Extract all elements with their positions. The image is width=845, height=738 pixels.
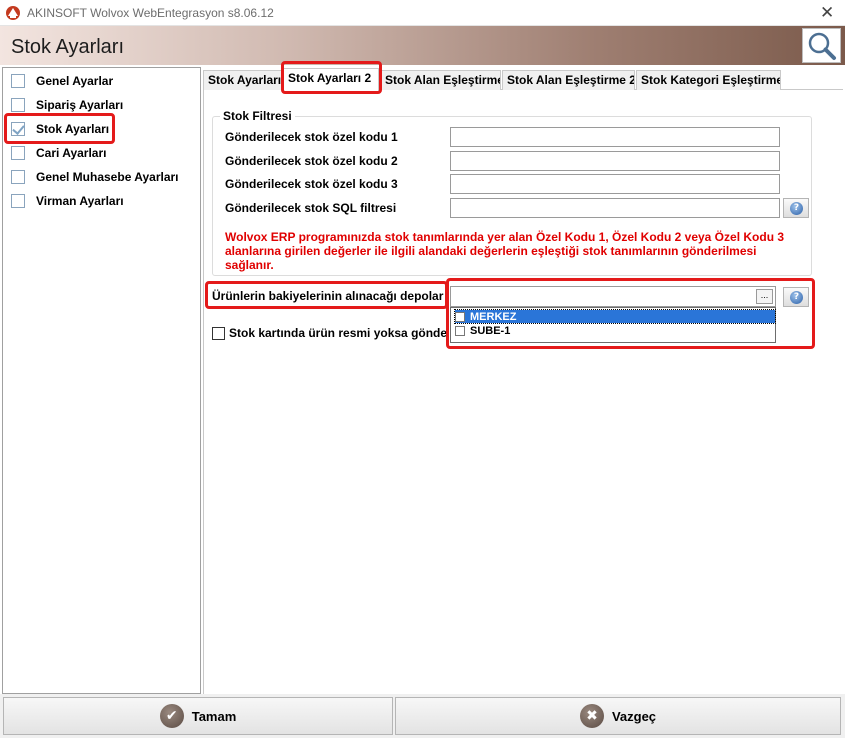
- checkbox-icon[interactable]: [11, 146, 25, 160]
- sidebar-item-siparis-ayarlari[interactable]: Sipariş Ayarları: [11, 96, 123, 114]
- tab-stok-ayarlari[interactable]: Stok Ayarları: [203, 70, 282, 90]
- page-header: Stok Ayarları: [0, 26, 845, 65]
- help-icon: ?: [790, 202, 803, 215]
- close-icon[interactable]: ✕: [820, 3, 834, 23]
- checkbox-icon[interactable]: [11, 170, 25, 184]
- checkbox-icon[interactable]: [11, 194, 25, 208]
- list-item-label: SUBE-1: [470, 324, 511, 337]
- ozel-kod-2-input[interactable]: [450, 151, 780, 171]
- cancel-label: Vazgeç: [611, 708, 657, 724]
- ozel-kod-3-input[interactable]: [450, 174, 780, 194]
- sidebar-item-label: Virman Ayarları: [36, 194, 124, 208]
- sidebar-item-label: Genel Muhasebe Ayarları: [36, 170, 179, 184]
- sql-filter-input[interactable]: [450, 198, 780, 218]
- ok-label: Tamam: [191, 708, 237, 724]
- sidebar-item-label: Cari Ayarları: [36, 146, 107, 160]
- cancel-x-icon: ✖: [579, 704, 604, 728]
- checkbox-icon[interactable]: [455, 325, 465, 336]
- tab-strip: Stok Ayarları Stok Ayarları 2 Stok Alan …: [203, 68, 843, 91]
- image-option-label: Stok kartında ürün resmi yoksa gönder: [229, 326, 448, 340]
- depots-combo[interactable]: ...: [450, 286, 776, 307]
- list-item-label: MERKEZ: [470, 310, 517, 323]
- depots-label: Ürünlerin bakiyelerinin alınacağı depola…: [212, 289, 444, 303]
- help-button[interactable]: ?: [783, 198, 809, 218]
- sidebar-item-genel-ayarlar[interactable]: Genel Ayarlar: [11, 72, 113, 90]
- tab-stok-alan-eslestirme[interactable]: Stok Alan Eşleştirme: [380, 70, 501, 90]
- sidebar-item-label: Genel Ayarlar: [36, 74, 114, 88]
- image-option-row[interactable]: Stok kartında ürün resmi yoksa gönder: [212, 326, 448, 340]
- tab-stok-kategori-eslestirme[interactable]: Stok Kategori Eşleştirme: [636, 70, 781, 90]
- ellipsis-button[interactable]: ...: [756, 289, 773, 304]
- window-title: AKINSOFT Wolvox WebEntegrasyon s8.06.12: [27, 6, 274, 20]
- list-item-merkez[interactable]: MERKEZ: [454, 309, 776, 324]
- page-title: Stok Ayarları: [11, 36, 125, 58]
- help-button[interactable]: ?: [783, 287, 809, 307]
- sidebar-item-virman-ayarlari[interactable]: Virman Ayarları: [11, 192, 124, 210]
- field-label: Gönderilecek stok özel kodu 3: [225, 177, 398, 191]
- group-title: Stok Filtresi: [220, 109, 295, 123]
- checkmark-icon: ✔: [159, 704, 184, 728]
- field-label: Gönderilecek stok özel kodu 2: [225, 154, 398, 168]
- search-button[interactable]: [802, 28, 841, 63]
- checkbox-icon[interactable]: [11, 98, 25, 112]
- help-icon: ?: [790, 291, 803, 304]
- title-bar: AKINSOFT Wolvox WebEntegrasyon s8.06.12 …: [0, 0, 845, 26]
- list-item-sube-1[interactable]: SUBE-1: [455, 324, 775, 337]
- info-text: Wolvox ERP programınızda stok tanımların…: [225, 230, 785, 272]
- field-label: Gönderilecek stok SQL filtresi: [225, 201, 397, 215]
- search-icon: [808, 32, 836, 60]
- checkbox-icon[interactable]: [11, 74, 25, 88]
- cancel-button[interactable]: ✖ Vazgeç: [395, 697, 841, 735]
- app-logo-icon: [6, 6, 20, 20]
- tab-stok-alan-eslestirme-2[interactable]: Stok Alan Eşleştirme 2: [502, 70, 635, 90]
- field-label: Gönderilecek stok özel kodu 1: [225, 130, 398, 144]
- sidebar-item-genel-muhasebe-ayarlari[interactable]: Genel Muhasebe Ayarları: [11, 168, 179, 186]
- checkbox-icon[interactable]: [455, 311, 465, 322]
- depots-dropdown: MERKEZ SUBE-1: [450, 307, 776, 343]
- tab-stok-ayarlari-2[interactable]: Stok Ayarları 2: [283, 68, 379, 91]
- settings-sidebar: Genel Ayarlar Sipariş Ayarları Stok Ayar…: [2, 67, 201, 694]
- ok-button[interactable]: ✔ Tamam: [3, 697, 393, 735]
- sidebar-item-label: Sipariş Ayarları: [36, 98, 124, 112]
- checkbox-icon[interactable]: [212, 326, 225, 340]
- sidebar-item-label: Stok Ayarları: [36, 122, 110, 136]
- sidebar-item-cari-ayarlari[interactable]: Cari Ayarları: [11, 144, 106, 162]
- ozel-kod-1-input[interactable]: [450, 127, 780, 147]
- checkbox-checked-icon[interactable]: [11, 122, 25, 136]
- sidebar-item-stok-ayarlari[interactable]: Stok Ayarları: [11, 120, 109, 138]
